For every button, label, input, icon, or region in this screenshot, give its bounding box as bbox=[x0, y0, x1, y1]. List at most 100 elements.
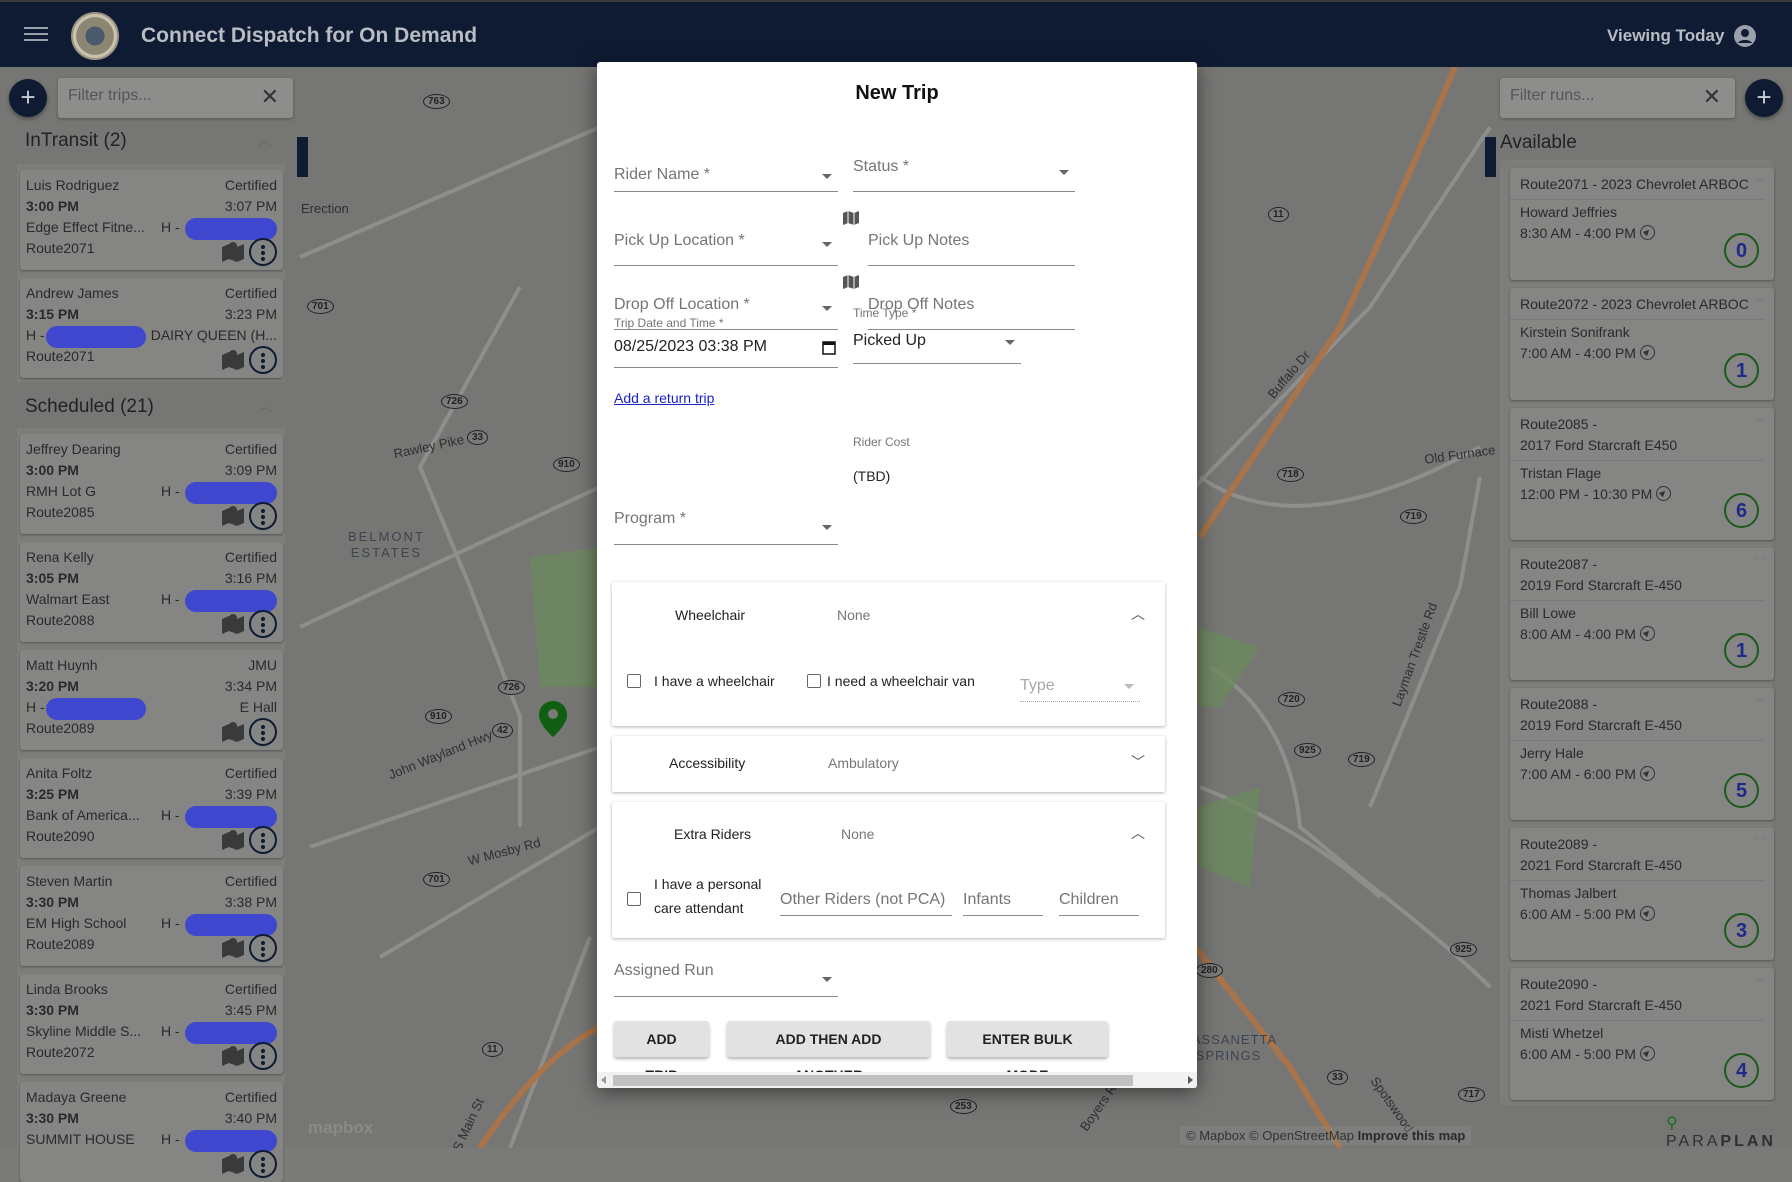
run-card[interactable]: Route2071 - 2023 Chevrolet ARBOC ﹀ Howard … bbox=[1510, 168, 1774, 280]
more-options-icon[interactable] bbox=[249, 610, 277, 638]
map-icon[interactable] bbox=[221, 936, 245, 958]
trip-card[interactable]: Andrew James Certified 3:15 PM 3:23 PM H… bbox=[20, 278, 283, 378]
collapse-right-panel-handle[interactable] bbox=[1485, 137, 1496, 177]
navigation-icon[interactable] bbox=[1639, 345, 1655, 360]
navigation-icon[interactable] bbox=[1639, 766, 1655, 781]
navigation-icon[interactable] bbox=[1656, 486, 1672, 501]
navigation-icon[interactable] bbox=[1639, 906, 1655, 921]
wheelchair-title[interactable]: Wheelchair bbox=[675, 607, 745, 623]
map-icon[interactable] bbox=[843, 275, 859, 289]
more-options-icon[interactable] bbox=[249, 934, 277, 962]
pickup-notes-input[interactable]: Pick Up Notes bbox=[868, 232, 1075, 266]
pickup-location-select[interactable]: Pick Up Location * bbox=[614, 232, 838, 266]
have-wheelchair-checkbox[interactable] bbox=[627, 674, 641, 688]
chevron-down-icon[interactable]: ﹀ bbox=[1131, 752, 1145, 772]
filter-trips[interactable]: ✕ bbox=[58, 78, 293, 118]
chevron-down-icon[interactable]: ﹀ bbox=[1754, 414, 1766, 431]
run-card[interactable]: Route2085 - 2017 Ford Starcraft E450 ﹀ Tris… bbox=[1510, 408, 1774, 540]
run-card[interactable]: Route2087 - 2019 Ford Starcraft E-450 ﹀ Bil… bbox=[1510, 548, 1774, 680]
chevron-up-icon[interactable]: ︿ bbox=[1131, 604, 1145, 624]
clear-filter-icon[interactable]: ✕ bbox=[1703, 84, 1721, 110]
filter-trips-input[interactable] bbox=[68, 87, 238, 105]
more-options-icon[interactable] bbox=[249, 718, 277, 746]
horizontal-scrollbar[interactable] bbox=[597, 1072, 1197, 1088]
navigation-icon[interactable] bbox=[1639, 1046, 1655, 1061]
navigation-icon[interactable] bbox=[1639, 626, 1655, 641]
map-icon[interactable] bbox=[221, 1044, 245, 1066]
enter-bulk-mode-button[interactable]: ENTER BULK MODE bbox=[947, 1021, 1108, 1083]
navigation-icon[interactable] bbox=[1639, 225, 1655, 240]
chevron-down-icon[interactable]: ﹀ bbox=[1754, 174, 1766, 191]
assigned-run-select[interactable]: Assigned Run bbox=[614, 958, 838, 997]
more-options-icon[interactable] bbox=[249, 502, 277, 530]
map-icon[interactable] bbox=[221, 828, 245, 850]
chevron-down-icon[interactable]: ﹀ bbox=[1754, 834, 1766, 851]
extra-riders-title[interactable]: Extra Riders bbox=[674, 826, 751, 842]
more-options-icon[interactable] bbox=[249, 238, 277, 266]
trip-card[interactable]: Linda Brooks Certified 3:30 PM 3:45 PM Skyli… bbox=[20, 974, 283, 1074]
section-in-transit[interactable]: InTransit (2) bbox=[25, 130, 127, 152]
chevron-up-icon[interactable]: ︿ bbox=[258, 396, 272, 416]
trip-card[interactable]: Rena Kelly Certified 3:05 PM 3:16 PM Walmart… bbox=[20, 542, 283, 642]
section-scheduled[interactable]: Scheduled (21) bbox=[25, 396, 154, 418]
filter-runs[interactable]: ✕ bbox=[1500, 78, 1735, 118]
status-select[interactable]: Status * bbox=[853, 158, 1075, 192]
pca-checkbox[interactable] bbox=[627, 892, 641, 906]
other-riders-input[interactable]: Other Riders (not PCA) bbox=[780, 880, 952, 916]
calendar-icon[interactable] bbox=[822, 340, 836, 355]
filter-runs-input[interactable] bbox=[1510, 87, 1680, 105]
viewing-date-selector[interactable]: Viewing Today bbox=[1607, 26, 1724, 46]
location-pin-icon[interactable] bbox=[539, 701, 567, 737]
trip-card[interactable]: Luis Rodriguez Certified 3:00 PM 3:07 PM… bbox=[20, 170, 283, 270]
map-icon[interactable] bbox=[221, 240, 245, 262]
trip-card[interactable]: Jeffrey Dearing Certified 3:00 PM 3:09 PM RM… bbox=[20, 434, 283, 534]
chevron-down-icon[interactable]: ﹀ bbox=[1754, 294, 1766, 311]
chevron-up-icon[interactable]: ︿ bbox=[258, 130, 272, 150]
more-options-icon[interactable] bbox=[249, 1042, 277, 1070]
run-card[interactable]: Route2088 - 2019 Ford Starcraft E-450 ﹀ Jer… bbox=[1510, 688, 1774, 820]
scroll-left-icon[interactable] bbox=[601, 1076, 606, 1084]
trip-card[interactable]: Matt Huynh JMU 3:20 PM 3:34 PM H - E Hall Rou… bbox=[20, 650, 283, 750]
add-trip-button[interactable]: ADD TRIP bbox=[614, 1021, 709, 1083]
trip-card[interactable]: Anita Foltz Certified 3:25 PM 3:39 PM Bank o… bbox=[20, 758, 283, 858]
map-icon[interactable] bbox=[221, 348, 245, 370]
accessibility-panel[interactable]: Accessibility Ambulatory ﹀ bbox=[612, 736, 1165, 792]
menu-icon[interactable] bbox=[24, 24, 48, 44]
trip-card[interactable]: Steven Martin Certified 3:30 PM 3:38 PM EM H… bbox=[20, 866, 283, 966]
add-return-trip-link[interactable]: Add a return trip bbox=[614, 390, 714, 406]
time-type-select[interactable]: Time Type * Picked Up bbox=[853, 306, 1021, 364]
more-options-icon[interactable] bbox=[249, 826, 277, 854]
chevron-down-icon[interactable]: ﹀ bbox=[1754, 554, 1766, 571]
run-card[interactable]: Route2072 - 2023 Chevrolet ARBOC ﹀ Kirstei… bbox=[1510, 288, 1774, 400]
run-card[interactable]: Route2090 - 2021 Ford Starcraft E-450 ﹀ Mis… bbox=[1510, 968, 1774, 1100]
wheelchair-type-select[interactable]: Type bbox=[1020, 664, 1140, 702]
trip-card[interactable]: Madaya Greene Certified 3:30 PM 3:40 PM SUMM… bbox=[20, 1082, 283, 1182]
add-then-add-another-button[interactable]: ADD THEN ADD ANOTHER bbox=[727, 1021, 930, 1083]
map-icon[interactable] bbox=[221, 1152, 245, 1174]
trip-count-badge: 1 bbox=[1724, 353, 1759, 388]
clear-filter-icon[interactable]: ✕ bbox=[261, 84, 279, 110]
improve-map-link[interactable]: Improve this map bbox=[1358, 1128, 1466, 1143]
more-options-icon[interactable] bbox=[249, 346, 277, 374]
scrollbar-thumb[interactable] bbox=[613, 1075, 1133, 1086]
infants-input[interactable]: Infants bbox=[963, 880, 1043, 916]
account-icon[interactable] bbox=[1733, 24, 1757, 48]
scroll-right-icon[interactable] bbox=[1188, 1076, 1193, 1084]
children-input[interactable]: Children bbox=[1059, 880, 1139, 916]
run-card[interactable]: Route2089 - 2021 Ford Starcraft E-450 ﹀ Tho… bbox=[1510, 828, 1774, 960]
map-icon[interactable] bbox=[221, 720, 245, 742]
map-icon[interactable] bbox=[221, 612, 245, 634]
rider-name-select[interactable]: Rider Name * bbox=[614, 158, 838, 192]
map-icon[interactable] bbox=[221, 504, 245, 526]
chevron-up-icon[interactable]: ︿ bbox=[1131, 823, 1145, 843]
trip-datetime-input[interactable]: Trip Date and Time * 08/25/2023 03:38 PM bbox=[614, 316, 838, 368]
more-options-icon[interactable] bbox=[249, 1150, 277, 1178]
chevron-down-icon[interactable]: ﹀ bbox=[1754, 974, 1766, 991]
collapse-left-panel-handle[interactable] bbox=[297, 137, 308, 177]
add-run-fab[interactable]: + bbox=[1745, 79, 1783, 117]
need-wheelchair-van-checkbox[interactable] bbox=[807, 674, 821, 688]
program-select[interactable]: Program * bbox=[614, 506, 838, 545]
add-trip-fab[interactable]: + bbox=[9, 79, 47, 117]
map-icon[interactable] bbox=[843, 211, 859, 225]
chevron-down-icon[interactable]: ﹀ bbox=[1754, 694, 1766, 711]
